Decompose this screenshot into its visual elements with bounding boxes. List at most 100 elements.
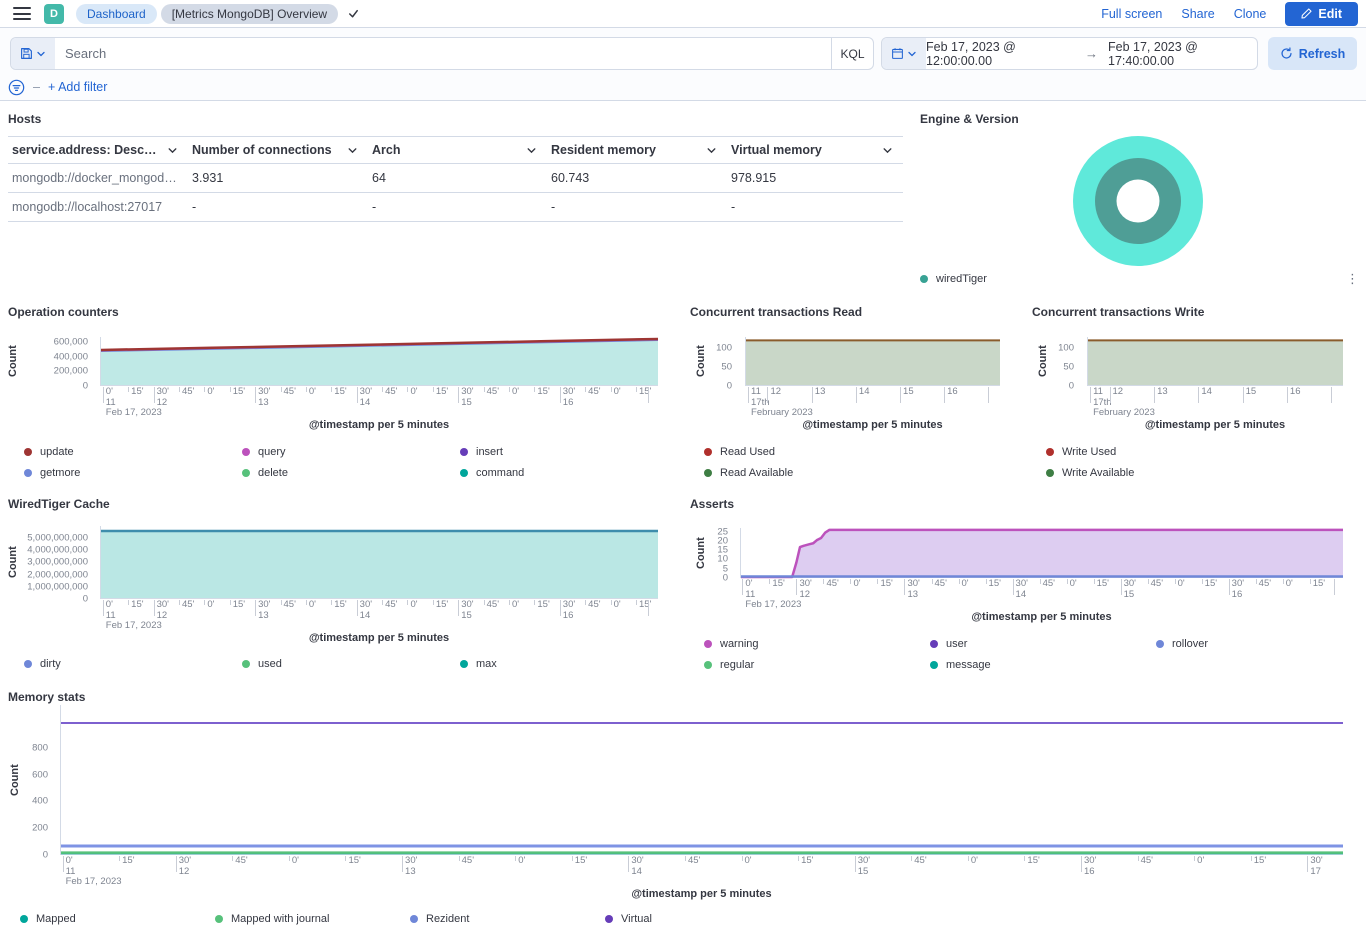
x-tick: 45': [281, 387, 296, 398]
legend-label: user: [946, 638, 967, 650]
full-screen-link[interactable]: Full screen: [1101, 7, 1162, 21]
legend-item[interactable]: Mapped: [20, 913, 215, 925]
legend-item[interactable]: Rezident: [410, 913, 605, 925]
legend-item[interactable]: wiredTiger: [920, 273, 987, 285]
breadcrumb-current[interactable]: [Metrics MongoDB] Overview: [161, 4, 338, 24]
x-tick: 15': [345, 856, 360, 867]
y-axis-title: Count: [6, 337, 20, 386]
legend-item[interactable]: Read Available: [704, 467, 884, 479]
share-link[interactable]: Share: [1181, 7, 1214, 21]
filter-list-icon[interactable]: [8, 79, 25, 96]
y-tick-label: 400,000: [54, 351, 88, 362]
concurrent-write-title: Concurrent transactions Write: [1032, 305, 1204, 319]
date-range-end[interactable]: Feb 17, 2023 @ 17:40:00.00: [1108, 40, 1257, 68]
x-tick: 16: [944, 387, 958, 398]
legend-item[interactable]: delete: [242, 467, 460, 479]
legend-item[interactable]: Read Used: [704, 446, 884, 458]
column-header-arch[interactable]: Arch: [368, 143, 547, 157]
legend-dot-icon: [242, 660, 250, 668]
refresh-button-label: Refresh: [1299, 47, 1346, 61]
column-header-connections[interactable]: Number of connections: [188, 143, 368, 157]
column-header-resident-memory[interactable]: Resident memory: [547, 143, 727, 157]
column-header-service-address[interactable]: service.address: Descending: [8, 143, 188, 157]
x-tick: 15': [1094, 579, 1109, 590]
panel-options-icon[interactable]: ⋮: [1346, 272, 1359, 285]
chart-legend: Read Used Read Available: [704, 446, 884, 479]
legend-item[interactable]: message: [930, 659, 1156, 671]
legend-label: rollover: [1172, 638, 1208, 650]
x-tick: 30'17: [1307, 856, 1322, 877]
legend-label: Mapped: [36, 913, 76, 925]
engine-version-donut-chart[interactable]: [1072, 135, 1204, 267]
memory-stats-chart[interactable]: [60, 705, 1343, 855]
asserts-chart[interactable]: [740, 528, 1343, 578]
x-tick: 0': [959, 579, 969, 590]
y-tick-label: 600: [32, 769, 48, 780]
add-filter-button[interactable]: + Add filter: [48, 80, 107, 94]
legend-dot-icon: [704, 448, 712, 456]
legend-item[interactable]: query: [242, 446, 460, 458]
concurrent-write-chart[interactable]: [1087, 337, 1343, 386]
y-tick-label: 0: [43, 850, 48, 861]
operation-counters-chart[interactable]: [100, 337, 658, 386]
x-tick: 45': [1040, 579, 1055, 590]
legend-item[interactable]: rollover: [1156, 638, 1366, 650]
wiredtiger-cache-chart[interactable]: [100, 526, 658, 599]
x-tick: 15': [1310, 579, 1325, 590]
legend-dot-icon: [410, 915, 418, 923]
legend-item[interactable]: Write Used: [1046, 446, 1226, 458]
legend-item[interactable]: dirty: [24, 658, 242, 670]
y-tick-label: 5,000,000,000: [27, 532, 88, 543]
concurrent-read-title: Concurrent transactions Read: [690, 305, 862, 319]
legend-dot-icon: [605, 915, 613, 923]
x-tick: 30'14: [628, 856, 643, 877]
clone-link[interactable]: Clone: [1234, 7, 1267, 21]
legend-item[interactable]: Write Available: [1046, 467, 1226, 479]
date-quick-select-button[interactable]: [882, 38, 926, 69]
saved-query-menu-button[interactable]: [11, 38, 55, 69]
x-tick: 0': [204, 387, 214, 398]
legend-item[interactable]: Mapped with journal: [215, 913, 410, 925]
legend-item[interactable]: update: [24, 446, 242, 458]
x-tick: 0'11Feb 17, 2023: [63, 856, 122, 888]
x-tick: 15': [1024, 856, 1039, 867]
legend-dot-icon: [242, 448, 250, 456]
column-header-virtual-memory[interactable]: Virtual memory: [727, 143, 903, 157]
x-tick: 15': [769, 579, 784, 590]
legend-item[interactable]: getmore: [24, 467, 242, 479]
search-input[interactable]: Search: [55, 38, 831, 69]
edit-button[interactable]: Edit: [1285, 2, 1358, 26]
x-tick: 15': [798, 856, 813, 867]
concurrent-read-chart[interactable]: [745, 337, 1000, 386]
x-tick: 30'12: [154, 387, 169, 408]
x-axis-title: @timestamp per 5 minutes: [60, 888, 1343, 900]
legend-item[interactable]: insert: [460, 446, 678, 458]
chart-legend: Write Used Write Available: [1046, 446, 1226, 479]
breadcrumb-dashboard[interactable]: Dashboard: [76, 4, 157, 24]
x-tick: 30'16: [560, 387, 575, 408]
legend-label: Write Used: [1062, 446, 1116, 458]
legend-item[interactable]: Virtual: [605, 913, 800, 925]
legend-item[interactable]: used: [242, 658, 460, 670]
legend-item[interactable]: user: [930, 638, 1156, 650]
x-tick: 14: [1198, 387, 1212, 398]
legend-dot-icon: [24, 448, 32, 456]
date-range-start[interactable]: Feb 17, 2023 @ 12:00:00.00: [926, 40, 1075, 68]
refresh-button[interactable]: Refresh: [1268, 37, 1357, 70]
kql-button[interactable]: KQL: [831, 38, 873, 69]
y-tick-label: 400: [32, 796, 48, 807]
hosts-table: service.address: Descending Number of co…: [8, 136, 903, 222]
legend-item[interactable]: warning: [704, 638, 930, 650]
legend-item[interactable]: command: [460, 467, 678, 479]
table-row: mongodb://localhost:27017 - - - -: [8, 193, 903, 222]
x-tick: 0': [742, 856, 752, 867]
space-avatar[interactable]: D: [44, 4, 64, 24]
y-tick-label: 1,000,000,000: [27, 581, 88, 592]
legend-item[interactable]: regular: [704, 659, 930, 671]
chart-legend: dirty used max: [24, 658, 678, 670]
legend-label: used: [258, 658, 282, 670]
operation-counters-title: Operation counters: [8, 305, 119, 319]
legend-item[interactable]: max: [460, 658, 678, 670]
x-tick: 15': [636, 387, 651, 398]
menu-icon[interactable]: [13, 7, 31, 20]
